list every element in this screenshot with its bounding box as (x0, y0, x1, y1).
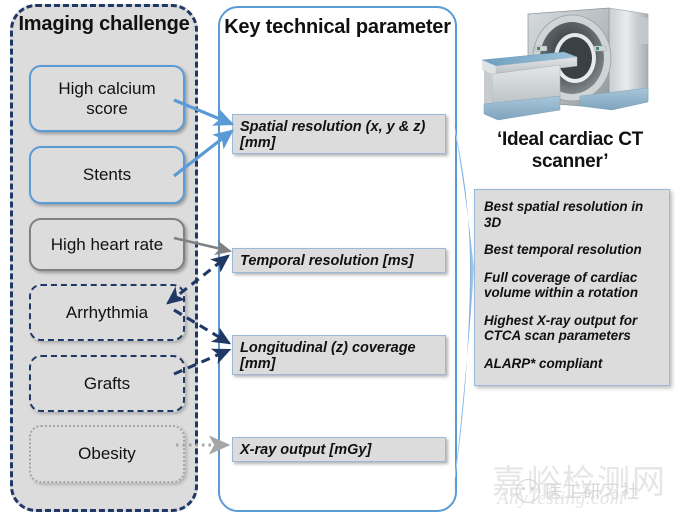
ct-scanner-image (472, 4, 672, 128)
parameter-item-xray-output[interactable]: X-ray output [mGy] (232, 437, 446, 462)
parameter-item-spatial-resolution[interactable]: Spatial resolution (x, y & z)[mm] (232, 114, 446, 154)
feature-item: Full coverage of cardiac volume within a… (484, 269, 638, 301)
parameter-item-temporal-resolution[interactable]: Temporal resolution [ms] (232, 248, 446, 273)
imaging-challenge-title: Imaging challenge (18, 13, 190, 35)
ideal-scanner-features-box: Best spatial resolution in 3D Best tempo… (474, 189, 670, 386)
feature-item: ALARP* compliant (484, 355, 603, 371)
feature-item: Best spatial resolution in 3D (484, 199, 644, 230)
challenge-item-label: Grafts (83, 373, 131, 393)
challenge-item-stents[interactable]: Stents (29, 146, 185, 204)
key-technical-parameter-title: Key technical parameter (224, 16, 451, 38)
watermark-badge-text: 医工研习社 (545, 482, 640, 503)
feature-item: Highest X-ray output for CTCA scan param… (484, 312, 638, 344)
parameter-item-longitudinal-coverage[interactable]: Longitudinal (z) coverage [mm] (232, 335, 446, 375)
challenge-item-obesity[interactable]: Obesity (29, 425, 185, 483)
smiley-face-icon (516, 479, 540, 503)
challenge-item-high-heart-rate[interactable]: High heart rate (29, 218, 185, 271)
ct-scanner-icon (481, 7, 649, 121)
challenge-item-arrhythmia[interactable]: Arrhythmia (29, 284, 185, 341)
challenge-item-label: Obesity (78, 444, 136, 464)
watermark-badge: 医工研习社 (516, 478, 666, 504)
feature-item: Best temporal resolution (484, 242, 642, 258)
ideal-scanner-caption: ‘Ideal cardiac CT scanner’ (497, 129, 643, 172)
imaging-challenge-panel: Imaging challenge High calcium score Ste… (10, 4, 198, 512)
challenge-item-grafts[interactable]: Grafts (29, 355, 185, 412)
key-technical-parameter-panel: Key technical parameter Spatial resoluti… (218, 6, 457, 512)
challenge-item-high-calcium-score[interactable]: High calcium score (29, 65, 185, 132)
challenge-item-label: High calcium score (58, 78, 156, 118)
challenge-item-label: High heart rate (50, 234, 164, 254)
challenge-item-label: Arrhythmia (65, 302, 149, 322)
challenge-item-label: Stents (82, 165, 132, 185)
